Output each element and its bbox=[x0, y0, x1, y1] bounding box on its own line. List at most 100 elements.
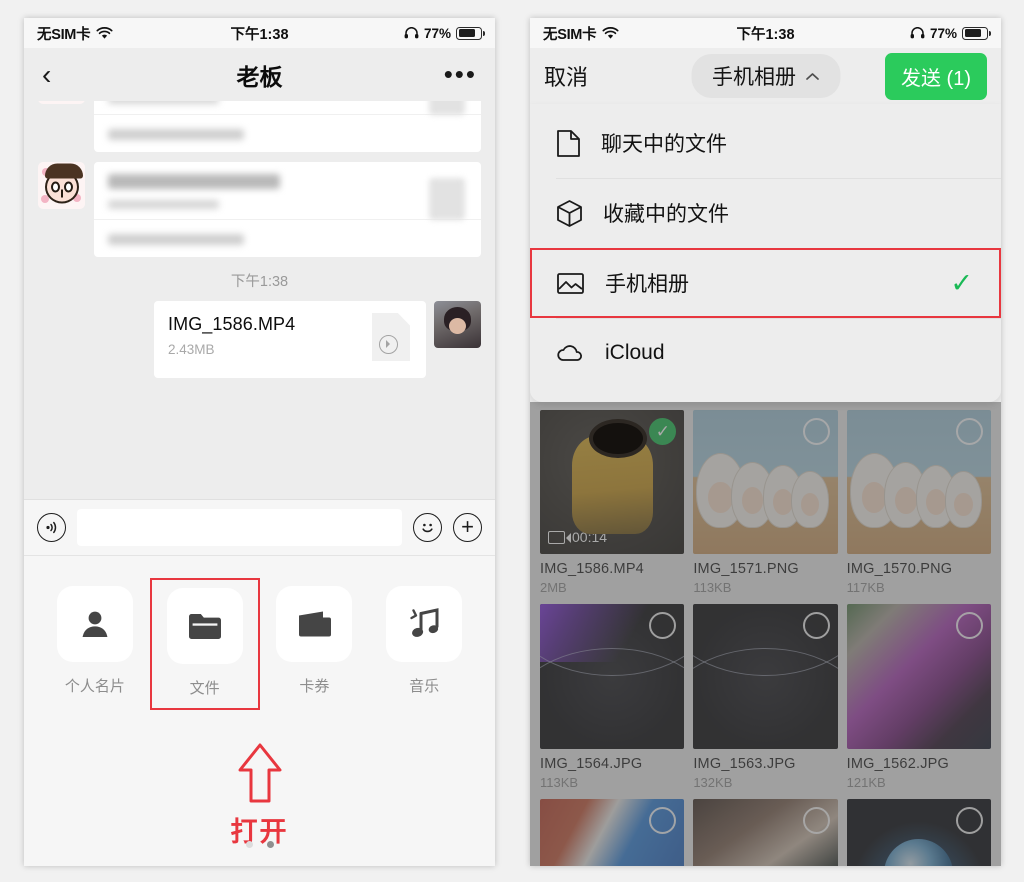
photo-size: 113KB bbox=[540, 774, 579, 790]
attach-tile bbox=[386, 586, 463, 662]
photo-thumbnail[interactable] bbox=[540, 798, 685, 866]
box-icon bbox=[556, 199, 583, 228]
selection-checkbox[interactable] bbox=[802, 806, 830, 834]
dropdown-item-label: 收藏中的文件 bbox=[603, 203, 729, 226]
source-selector-button[interactable]: 手机相册 bbox=[691, 54, 840, 98]
photo-thumbnail[interactable] bbox=[540, 604, 685, 749]
dropdown-item-favorite-files[interactable]: 收藏中的文件 bbox=[530, 178, 1001, 248]
battery-percent: 77% bbox=[929, 25, 957, 41]
arrow-up-icon bbox=[238, 743, 281, 803]
attach-item-label: 音乐 bbox=[409, 678, 440, 695]
redacted-file-card[interactable] bbox=[94, 162, 481, 257]
photo-size: 117KB bbox=[846, 580, 885, 596]
attach-item-label: 文件 bbox=[189, 680, 220, 697]
selection-checkbox[interactable] bbox=[955, 418, 983, 445]
photo-thumbnail[interactable] bbox=[693, 798, 838, 866]
photo-icon bbox=[556, 271, 585, 296]
video-duration-badge: 00:14 bbox=[548, 529, 607, 545]
dropdown-item-icloud[interactable]: iCloud bbox=[530, 318, 1001, 388]
battery-icon bbox=[456, 26, 485, 40]
plus-circle-icon[interactable]: + bbox=[453, 513, 482, 542]
photo-grid-item[interactable]: IMG_1570.PNG 117KB bbox=[846, 410, 991, 596]
photo-thumbnail[interactable]: ✓ 00:14 bbox=[540, 410, 685, 555]
photo-grid-item[interactable]: IMG_1563.JPG 132KB bbox=[693, 604, 838, 790]
attach-item-contact-card[interactable]: 个人名片 bbox=[40, 578, 150, 710]
attach-item-music[interactable]: 音乐 bbox=[369, 578, 479, 710]
photo-grid-item[interactable] bbox=[693, 798, 838, 866]
dropdown-item-phone-album[interactable]: 手机相册 ✓ bbox=[530, 248, 1001, 318]
status-right-group: 77% bbox=[910, 25, 991, 41]
source-dropdown-menu: 聊天中的文件 收藏中的文件 手机相册 ✓ iCloud bbox=[530, 104, 1001, 402]
avatar bbox=[38, 101, 85, 104]
photo-grid-item[interactable]: IMG_1564.JPG 113KB bbox=[540, 604, 685, 790]
photo-name: IMG_1586.MP4 bbox=[540, 561, 644, 578]
battery-percent: 77% bbox=[423, 25, 451, 41]
right-phone-panel: 无SIM卡 下午1:38 77% 取消 手机相册 发送 (1) 聊天中的文件 收… bbox=[530, 18, 1001, 866]
photo-grid-item[interactable] bbox=[540, 798, 685, 866]
attach-tile bbox=[276, 586, 353, 662]
redacted-file-card[interactable] bbox=[94, 101, 481, 152]
photo-size: 121KB bbox=[846, 774, 886, 790]
photo-thumbnail[interactable] bbox=[693, 410, 838, 555]
selection-checkbox[interactable]: ✓ bbox=[649, 418, 677, 445]
photo-name: IMG_1564.JPG bbox=[540, 755, 643, 772]
send-button[interactable]: 发送 (1) bbox=[885, 52, 987, 100]
chat-nav-bar: ‹ 老板 ••• bbox=[24, 48, 495, 101]
page-dot[interactable] bbox=[245, 841, 253, 848]
chat-timestamp: 下午1:38 bbox=[230, 274, 289, 290]
chat-message-list[interactable]: 下午1:38 IMG_1586.MP4 2.43MB bbox=[24, 101, 495, 499]
photo-grid-item[interactable]: IMG_1562.JPG 121KB bbox=[846, 604, 991, 790]
dropdown-item-label: 聊天中的文件 bbox=[601, 133, 727, 156]
page-title: 老板 bbox=[236, 63, 283, 90]
chevron-left-icon[interactable]: ‹ bbox=[42, 60, 51, 89]
photo-thumbnail[interactable] bbox=[846, 798, 991, 866]
chat-message-row bbox=[38, 162, 481, 257]
cancel-button[interactable]: 取消 bbox=[544, 60, 588, 92]
photo-thumbnail[interactable] bbox=[693, 604, 838, 749]
screenshot-stage: 无SIM卡 下午1:38 77% ‹ 老板 ••• 下午1:38 IMG_158… bbox=[0, 0, 1024, 882]
person-icon bbox=[78, 607, 112, 641]
wifi-icon bbox=[96, 26, 113, 40]
smiley-icon[interactable] bbox=[413, 513, 442, 542]
photo-grid-container[interactable]: ✓ 00:14 IMG_1586.MP4 2MB IMG_1571.PNG 11… bbox=[530, 402, 1001, 866]
selection-checkbox[interactable] bbox=[802, 418, 830, 445]
photo-name: IMG_1563.JPG bbox=[693, 755, 796, 772]
ellipsis-icon[interactable]: ••• bbox=[444, 61, 477, 86]
photo-grid-item[interactable] bbox=[846, 798, 991, 866]
cloud-icon bbox=[556, 343, 585, 363]
check-icon: ✓ bbox=[950, 267, 973, 298]
page-dot-active[interactable] bbox=[266, 841, 274, 848]
message-input[interactable] bbox=[77, 509, 402, 546]
photo-grid-item[interactable]: ✓ 00:14 IMG_1586.MP4 2MB bbox=[540, 410, 685, 595]
carrier-label: 无SIM卡 bbox=[543, 26, 597, 43]
outgoing-message-row: IMG_1586.MP4 2.43MB bbox=[38, 301, 481, 378]
attach-item-card-coupon[interactable]: 卡券 bbox=[260, 578, 370, 710]
battery-icon bbox=[962, 26, 991, 40]
voice-wave-icon[interactable] bbox=[37, 513, 66, 542]
chat-message-row bbox=[38, 101, 481, 152]
selection-checkbox[interactable] bbox=[802, 612, 830, 640]
photo-name: IMG_1570.PNG bbox=[846, 561, 953, 578]
sent-file-card[interactable]: IMG_1586.MP4 2.43MB bbox=[154, 301, 426, 378]
dropdown-item-chat-files[interactable]: 聊天中的文件 bbox=[530, 108, 1001, 178]
photo-grid-item[interactable]: IMG_1571.PNG 113KB bbox=[693, 410, 838, 596]
attach-item-file[interactable]: 文件 bbox=[149, 578, 260, 710]
status-right-group: 77% bbox=[404, 25, 485, 41]
dropdown-item-label: iCloud bbox=[605, 341, 665, 364]
attachment-grid: 个人名片 文件 卡券 音乐 bbox=[24, 556, 495, 710]
carrier-label: 无SIM卡 bbox=[37, 26, 91, 43]
chevron-up-icon bbox=[805, 72, 819, 81]
photo-thumbnail[interactable] bbox=[846, 604, 991, 749]
play-circle-icon bbox=[379, 335, 398, 354]
photo-size: 113KB bbox=[693, 580, 732, 596]
source-selector-label: 手机相册 bbox=[712, 66, 796, 89]
attach-tile bbox=[56, 586, 133, 662]
selection-checkbox[interactable] bbox=[955, 612, 983, 640]
selection-checkbox[interactable] bbox=[649, 806, 677, 834]
photo-thumbnail[interactable] bbox=[846, 410, 991, 555]
avatar bbox=[38, 162, 85, 209]
wifi-icon bbox=[602, 26, 619, 40]
selection-checkbox[interactable] bbox=[955, 806, 983, 834]
attachment-panel: 个人名片 文件 卡券 音乐 打开 bbox=[24, 555, 495, 866]
right-status-bar: 无SIM卡 下午1:38 77% bbox=[530, 18, 1001, 48]
